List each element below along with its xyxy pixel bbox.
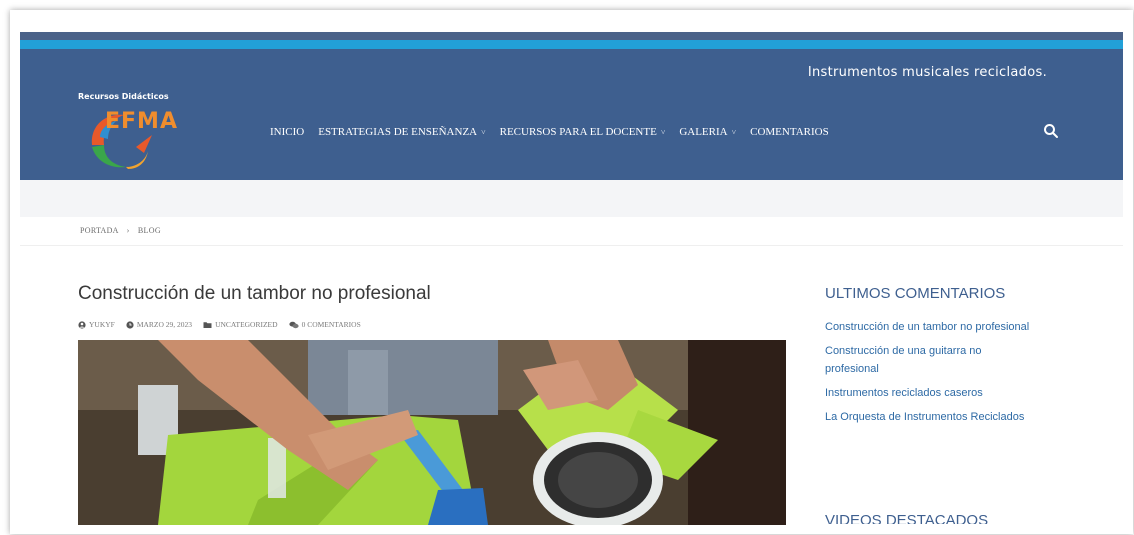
chevron-down-icon: ˅ [660,127,666,137]
top-border [20,32,1123,40]
date-text: MARZO 29, 2023 [136,320,193,329]
post-title[interactable]: Construcción de un tambor no profesional [78,283,431,305]
post-comments[interactable]: 0 COMENTARIOS [288,320,361,329]
sidebar-next-heading: VIDEOS DESTACADOS [825,512,989,524]
nav-label: INICIO [270,126,305,138]
site-header: Instrumentos musicales reciclados. Recur… [20,49,1123,180]
breadcrumb: PORTADA › BLOG [80,226,161,235]
breadcrumb-current: BLOG [137,226,161,235]
search-button[interactable] [1043,123,1059,139]
sidebar-link[interactable]: Construcción de una guitarra no profesio… [825,342,1030,378]
sidebar-heading: ULTIMOS COMENTARIOS [825,285,1006,302]
divider [20,245,1123,246]
nav-item-comentarios[interactable]: COMENTARIOS [750,126,829,138]
sidebar-link[interactable]: La Orquesta de Instrumentos Reciclados [825,408,1030,426]
main-nav: INICIO ESTRATEGIAS DE ENSEÑANZA ˅ RECURS… [270,126,843,138]
breadcrumb-home[interactable]: PORTADA [80,226,118,235]
post-date[interactable]: MARZO 29, 2023 [126,320,192,329]
post-category[interactable]: UNCATEGORIZED [203,320,278,329]
nav-item-galeria[interactable]: GALERIA ˅ [679,126,736,138]
recent-comments-list: Construcción de un tambor no profesional… [825,318,1030,432]
nav-label: GALERIA [679,126,728,138]
accent-bar [20,40,1123,49]
post-meta: YUKYF MARZO 29, 2023 UNCATEGORIZED 0 COM… [78,320,372,329]
nav-label: COMENTARIOS [750,126,829,138]
breadcrumb-separator: › [126,226,130,235]
user-icon [78,320,86,329]
nav-label: RECURSOS PARA EL DOCENTE [499,126,657,138]
brand-caption: Recursos Didácticos [78,92,169,101]
comments-text: 0 COMENTARIOS [301,320,361,329]
clock-icon [126,320,134,329]
author-name: YUKYF [89,320,115,329]
chevron-down-icon: ˅ [731,127,737,137]
folder-icon [203,321,212,328]
sidebar-link[interactable]: Instrumentos reciclados caseros [825,384,1030,402]
nav-item-recursos[interactable]: RECURSOS PARA EL DOCENTE ˅ [500,126,666,138]
nav-item-inicio[interactable]: INICIO [270,126,304,138]
chevron-down-icon: ˅ [481,127,486,137]
nav-item-estrategias[interactable]: ESTRATEGIAS DE ENSEÑANZA ˅ [318,126,485,138]
logo-text: EFMA [105,109,178,134]
nav-label: ESTRATEGIAS DE ENSEÑANZA [318,126,478,138]
search-icon [1044,124,1058,138]
comments-icon [288,321,299,328]
site-logo[interactable]: EFMA [82,107,192,171]
site-tagline: Instrumentos musicales reciclados. [807,65,1047,80]
drum-construction-photo [78,340,786,525]
post-featured-image[interactable] [78,340,786,525]
subheader-band [20,180,1123,217]
post-author[interactable]: YUKYF [78,320,115,329]
sidebar-link[interactable]: Construcción de un tambor no profesional [825,318,1030,336]
category-text: UNCATEGORIZED [215,320,278,329]
